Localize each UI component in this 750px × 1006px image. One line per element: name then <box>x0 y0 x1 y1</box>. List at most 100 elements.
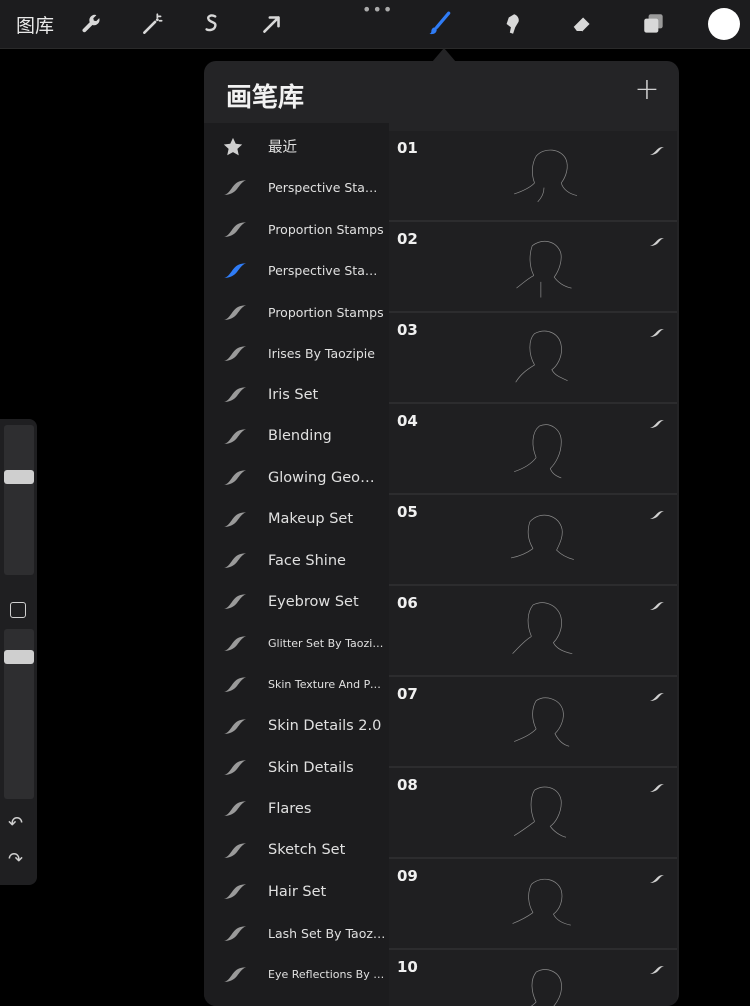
brush-source-icon <box>649 596 665 610</box>
brush-item[interactable]: 10 <box>389 950 677 1006</box>
layers-icon[interactable] <box>636 6 672 42</box>
brush-set-item[interactable]: Glowing Geometry <box>204 457 389 498</box>
top-toolbar: 图库 ••• <box>0 0 750 49</box>
brush-stroke-preview <box>489 313 599 402</box>
brush-source-icon <box>649 869 665 883</box>
brush-set-item[interactable]: Perspective Stamps <box>204 250 389 291</box>
brush-set-label: Skin Details 2.0 <box>268 718 382 735</box>
brush-stroke-preview <box>489 950 599 1006</box>
brush-set-item[interactable]: 最近 <box>204 126 389 167</box>
brush-stroke-icon <box>222 426 248 446</box>
brush-size-slider[interactable] <box>4 425 34 575</box>
brush-set-item[interactable]: Face Shine <box>204 540 389 581</box>
brush-stroke-icon <box>222 881 248 901</box>
brush-set-item[interactable]: Skin Details <box>204 747 389 788</box>
smudge-icon[interactable] <box>494 6 530 42</box>
brush-item[interactable]: 03 <box>389 313 677 404</box>
brush-item[interactable]: 06 <box>389 586 677 677</box>
brush-library-panel: 画笔库 + 最近 Perspective Stamps Proportion Sta… <box>204 61 679 1006</box>
brush-item[interactable]: 02 <box>389 222 677 313</box>
opacity-thumb[interactable] <box>4 650 34 664</box>
magic-wand-icon[interactable] <box>135 6 171 42</box>
brush-set-item[interactable]: Perspective Stamps <box>204 167 389 208</box>
brush-set-item[interactable]: Sketch Set <box>204 830 389 871</box>
redo-icon[interactable]: ↷ <box>8 849 30 871</box>
brush-set-item[interactable]: Iris Set <box>204 374 389 415</box>
brush-set-item[interactable]: Irises By Taozipie <box>204 333 389 374</box>
wrench-icon[interactable] <box>74 6 110 42</box>
brush-name: 04 <box>397 412 418 430</box>
brush-stroke-icon <box>222 633 248 653</box>
brush-set-item[interactable]: Glitter Set By Taozipie <box>204 623 389 664</box>
brush-list: 01 02 03 04 05 06 07 08 09 10 <box>389 131 679 1006</box>
brush-stroke-icon <box>222 550 248 570</box>
color-picker-swatch[interactable] <box>708 8 740 40</box>
brush-item[interactable]: 08 <box>389 768 677 859</box>
brush-set-label: Glitter Set By Taozipie <box>268 636 386 650</box>
brush-icon[interactable] <box>422 6 458 42</box>
undo-icon[interactable]: ↶ <box>8 813 30 835</box>
brush-set-item[interactable]: Eyebrow Set <box>204 581 389 622</box>
brush-set-label: Perspective Stamps <box>268 180 386 196</box>
brush-stroke-icon <box>222 467 248 487</box>
brush-stroke-icon <box>222 840 248 860</box>
brush-stroke-preview <box>489 586 599 675</box>
brush-name: 02 <box>397 230 418 248</box>
brush-stroke-icon <box>222 757 248 777</box>
brush-set-label: Sketch Set <box>268 842 346 859</box>
brush-set-label: Irises By Taozipie <box>268 346 375 361</box>
brush-set-label: Proportion Stamps <box>268 221 384 237</box>
brush-stroke-preview <box>489 859 599 948</box>
brush-item[interactable]: 05 <box>389 495 677 586</box>
brush-item[interactable]: 04 <box>389 404 677 495</box>
brush-set-label: Lash Set By Taozipie <box>268 925 386 941</box>
brush-item[interactable]: 09 <box>389 859 677 950</box>
brush-set-label: Glowing Geometry <box>268 469 386 486</box>
brush-source-icon <box>649 414 665 428</box>
brush-set-item[interactable]: Proportion Stamps <box>204 292 389 333</box>
brush-set-item[interactable]: Skin Details 2.0 <box>204 706 389 747</box>
brush-stroke-icon <box>222 964 248 984</box>
brush-stroke-icon <box>222 591 248 611</box>
more-options-icon[interactable]: ••• <box>362 0 392 20</box>
brush-set-item[interactable]: Hair Set <box>204 871 389 912</box>
brush-stroke-preview <box>489 495 599 584</box>
add-brush-set-button[interactable]: + <box>632 75 662 105</box>
brush-set-item[interactable]: Eye Reflections By Ta... <box>204 954 389 995</box>
brush-name: 05 <box>397 503 418 521</box>
brush-set-item[interactable]: Makeup Set <box>204 499 389 540</box>
eraser-icon[interactable] <box>564 6 600 42</box>
brush-name: 01 <box>397 139 418 157</box>
brush-item[interactable]: 01 <box>389 131 677 222</box>
brush-set-label: Makeup Set <box>268 511 354 528</box>
brush-stroke-preview <box>489 222 599 311</box>
brush-stroke-icon <box>222 260 248 280</box>
brush-set-label: Eye Reflections By Ta... <box>268 968 386 981</box>
brush-stroke-icon <box>222 219 248 239</box>
brush-set-item[interactable]: Proportion Stamps <box>204 209 389 250</box>
brush-stroke-preview <box>489 677 599 766</box>
brush-stroke-icon <box>222 177 248 197</box>
brush-set-item[interactable]: Flares <box>204 788 389 829</box>
popover-caret <box>432 48 456 62</box>
brush-stroke-icon <box>222 343 248 363</box>
transform-arrow-icon[interactable] <box>254 6 290 42</box>
brush-set-label: Face Shine <box>268 552 346 569</box>
gallery-button[interactable]: 图库 <box>16 11 54 38</box>
brush-stroke-preview <box>489 131 599 220</box>
brush-set-item[interactable]: Lash Set By Taozipie <box>204 913 389 954</box>
brush-source-icon <box>649 687 665 701</box>
modify-button[interactable] <box>10 602 26 618</box>
brush-name: 09 <box>397 867 418 885</box>
brush-name: 06 <box>397 594 418 612</box>
brush-set-label: Skin Details <box>268 759 354 776</box>
brush-item[interactable]: 07 <box>389 677 677 768</box>
brush-source-icon <box>649 323 665 337</box>
brush-source-icon <box>649 505 665 519</box>
brush-size-thumb[interactable] <box>4 470 34 484</box>
selection-icon[interactable] <box>194 6 230 42</box>
brush-set-item[interactable]: Skin Texture And Pores <box>204 664 389 705</box>
brush-stroke-icon <box>222 674 248 694</box>
brush-stroke-icon <box>222 509 248 529</box>
brush-set-item[interactable]: Blending <box>204 416 389 457</box>
